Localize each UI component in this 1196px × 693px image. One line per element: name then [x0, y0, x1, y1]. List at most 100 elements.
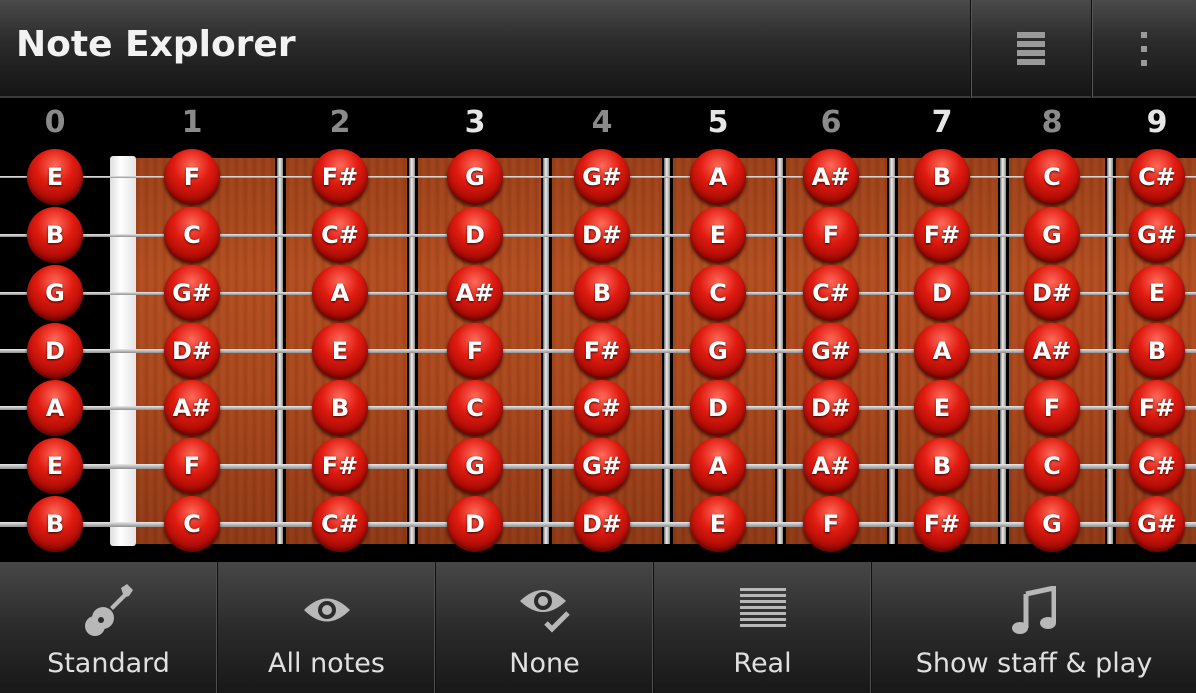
note-marker[interactable]: B — [914, 149, 970, 205]
note-marker[interactable]: G — [447, 149, 503, 205]
note-marker[interactable]: F — [164, 438, 220, 494]
note-marker[interactable]: A — [914, 323, 970, 379]
app-title: Note Explorer — [16, 24, 296, 65]
note-marker[interactable]: B — [1129, 323, 1185, 379]
note-marker[interactable]: A — [690, 149, 746, 205]
note-marker[interactable]: G — [1024, 207, 1080, 263]
note-marker[interactable]: G# — [164, 265, 220, 321]
fret-number-2: 2 — [329, 105, 351, 140]
note-marker[interactable]: D — [914, 265, 970, 321]
note-marker[interactable]: B — [312, 380, 368, 436]
note-marker[interactable]: C — [164, 496, 220, 552]
note-marker[interactable]: D — [690, 380, 746, 436]
action-bar: Note Explorer — [0, 0, 1196, 98]
note-marker[interactable]: F — [1024, 380, 1080, 436]
note-marker[interactable]: E — [1129, 265, 1185, 321]
note-marker[interactable]: B — [574, 265, 630, 321]
note-marker[interactable]: F# — [914, 496, 970, 552]
note-marker[interactable]: C# — [1129, 149, 1185, 205]
fretboard[interactable]: 0123456789 E F F# G G# A A# B C C# B C C# D D# E F F# G G# G… — [0, 100, 1196, 562]
staff-play-label: Show staff & play — [915, 648, 1153, 679]
note-marker[interactable]: A# — [164, 380, 220, 436]
note-marker[interactable]: A — [690, 438, 746, 494]
note-marker[interactable]: G# — [574, 438, 630, 494]
note-marker[interactable]: B — [914, 438, 970, 494]
note-marker[interactable]: A# — [803, 438, 859, 494]
note-marker[interactable]: G — [1024, 496, 1080, 552]
note-marker[interactable]: E — [914, 380, 970, 436]
highlight-label: None — [509, 648, 580, 679]
list-menu-button[interactable] — [970, 0, 1091, 98]
note-marker[interactable]: D# — [1024, 265, 1080, 321]
note-marker[interactable]: E — [27, 438, 83, 494]
note-marker[interactable]: F — [803, 207, 859, 263]
note-marker[interactable]: C# — [312, 496, 368, 552]
note-marker[interactable]: D# — [164, 323, 220, 379]
note-marker[interactable]: E — [690, 207, 746, 263]
note-marker[interactable]: A# — [1024, 323, 1080, 379]
note-marker[interactable]: F — [447, 323, 503, 379]
fret-number-1: 1 — [181, 105, 203, 140]
note-marker[interactable]: F# — [574, 323, 630, 379]
note-marker[interactable]: D# — [803, 380, 859, 436]
note-marker[interactable]: C — [1024, 438, 1080, 494]
fret-number-8: 8 — [1041, 105, 1063, 140]
note-marker[interactable]: G# — [1129, 496, 1185, 552]
guitar-icon — [84, 584, 133, 636]
note-marker[interactable]: C# — [1129, 438, 1185, 494]
note-marker[interactable]: F# — [312, 149, 368, 205]
fret-number-4: 4 — [591, 105, 613, 140]
note-marker[interactable]: D — [447, 207, 503, 263]
staff-lines-icon — [739, 588, 786, 627]
show-all-notes-button[interactable]: All notes — [218, 562, 436, 693]
note-marker[interactable]: F — [164, 149, 220, 205]
note-marker[interactable]: D# — [574, 496, 630, 552]
list-icon — [1017, 32, 1045, 65]
view-mode-button[interactable]: Real — [654, 562, 872, 693]
note-marker[interactable]: G# — [803, 323, 859, 379]
note-marker[interactable]: F# — [1129, 380, 1185, 436]
note-marker[interactable]: A# — [803, 149, 859, 205]
tuning-label: Standard — [47, 648, 170, 679]
note-marker[interactable]: A — [312, 265, 368, 321]
note-marker[interactable]: B — [27, 207, 83, 263]
bottom-toolbar: Standard All notes None Real Show staff … — [0, 562, 1196, 693]
highlight-none-button[interactable]: None — [436, 562, 654, 693]
note-marker[interactable]: E — [690, 496, 746, 552]
note-marker[interactable]: E — [27, 149, 83, 205]
music-note-icon — [1012, 586, 1056, 634]
show-staff-play-button[interactable]: Show staff & play — [872, 562, 1196, 693]
overflow-menu-button[interactable] — [1091, 0, 1196, 98]
fret-number-3: 3 — [464, 105, 486, 140]
note-marker[interactable]: C# — [312, 207, 368, 263]
note-marker[interactable]: G# — [1129, 207, 1185, 263]
notes-label: All notes — [268, 648, 385, 679]
note-marker[interactable]: F# — [914, 207, 970, 263]
eye-check-icon — [519, 590, 570, 633]
note-marker[interactable]: G# — [574, 149, 630, 205]
note-marker[interactable]: A — [27, 380, 83, 436]
note-marker[interactable]: B — [27, 496, 83, 552]
note-marker[interactable]: C — [164, 207, 220, 263]
note-marker[interactable]: C — [690, 265, 746, 321]
note-marker[interactable]: G — [690, 323, 746, 379]
overflow-icon — [1141, 32, 1147, 66]
note-marker[interactable]: G — [447, 438, 503, 494]
note-marker[interactable]: G — [27, 265, 83, 321]
fret-number-0: 0 — [44, 105, 66, 140]
note-marker[interactable]: A# — [447, 265, 503, 321]
note-marker[interactable]: C — [447, 380, 503, 436]
note-marker[interactable]: F# — [312, 438, 368, 494]
tuning-standard-button[interactable]: Standard — [0, 562, 218, 693]
note-marker[interactable]: C# — [574, 380, 630, 436]
note-marker[interactable]: D# — [574, 207, 630, 263]
fret-number-5: 5 — [707, 105, 729, 140]
note-marker[interactable]: C — [1024, 149, 1080, 205]
fret-number-9: 9 — [1146, 105, 1168, 140]
fret-number-6: 6 — [820, 105, 842, 140]
note-marker[interactable]: D — [447, 496, 503, 552]
note-marker[interactable]: C# — [803, 265, 859, 321]
note-marker[interactable]: E — [312, 323, 368, 379]
note-marker[interactable]: D — [27, 323, 83, 379]
note-marker[interactable]: F — [803, 496, 859, 552]
